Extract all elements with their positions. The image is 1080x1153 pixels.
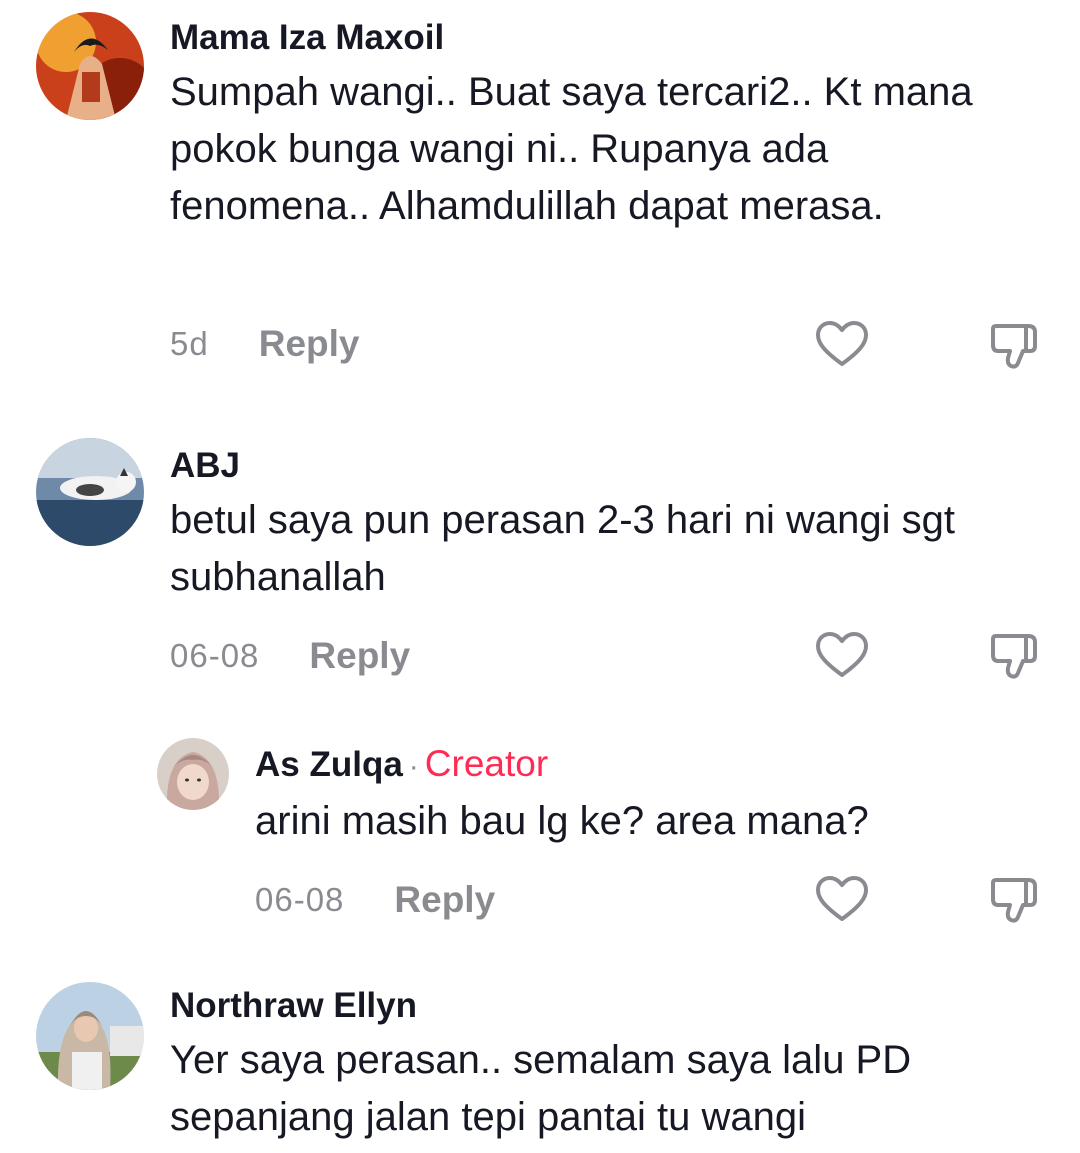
- reply-button[interactable]: Reply: [394, 879, 495, 921]
- comment-timestamp: 06-08: [170, 637, 260, 674]
- avatar-image: [157, 738, 229, 810]
- thumbs-down-icon[interactable]: [988, 318, 1044, 374]
- comment-text: Yer saya perasan.. semalam saya lalu PD …: [170, 1038, 912, 1139]
- avatar[interactable]: [36, 982, 144, 1090]
- thumbs-down-icon[interactable]: [988, 628, 1044, 684]
- comment-text: arini masih bau lg ke? area mana?: [255, 799, 869, 843]
- thumbs-down-icon[interactable]: [988, 872, 1044, 928]
- avatar-image: [36, 982, 144, 1090]
- comment-timestamp: 06-08: [255, 881, 345, 918]
- avatar[interactable]: [157, 738, 229, 810]
- heart-outline-icon[interactable]: [814, 628, 870, 684]
- comment-text: betul saya pun perasan 2-3 hari ni wangi…: [170, 498, 955, 599]
- heart-outline-icon[interactable]: [814, 317, 870, 373]
- comment-username[interactable]: Mama Iza Maxoil: [170, 16, 1030, 60]
- avatar[interactable]: [36, 12, 144, 120]
- reply-username-row: As Zulqa · Creator: [255, 742, 1080, 789]
- heart-outline-icon[interactable]: [814, 872, 870, 928]
- comment-text: Sumpah wangi.. Buat saya tercari2.. Kt m…: [170, 70, 973, 228]
- comment-item: ABJ betul saya pun perasan 2-3 hari ni w…: [0, 420, 1080, 720]
- reply-button[interactable]: Reply: [259, 323, 360, 365]
- comment-item: Northraw Ellyn Yer saya perasan.. semala…: [0, 970, 1080, 1153]
- comment-username[interactable]: Northraw Ellyn: [170, 984, 1030, 1028]
- separator-dot: ·: [408, 750, 419, 783]
- creator-badge: Creator: [424, 743, 549, 784]
- avatar-image: [36, 438, 144, 546]
- comment-username[interactable]: ABJ: [170, 444, 1030, 488]
- avatar-image: [36, 12, 144, 120]
- comment-item: Mama Iza Maxoil Sumpah wangi.. Buat saya…: [0, 0, 1080, 400]
- reply-button[interactable]: Reply: [309, 635, 410, 677]
- avatar[interactable]: [36, 438, 144, 546]
- comment-timestamp: 5d: [170, 325, 209, 362]
- comment-username[interactable]: As Zulqa: [255, 745, 403, 784]
- reply-item: As Zulqa · Creator arini masih bau lg ke? …: [0, 730, 1080, 960]
